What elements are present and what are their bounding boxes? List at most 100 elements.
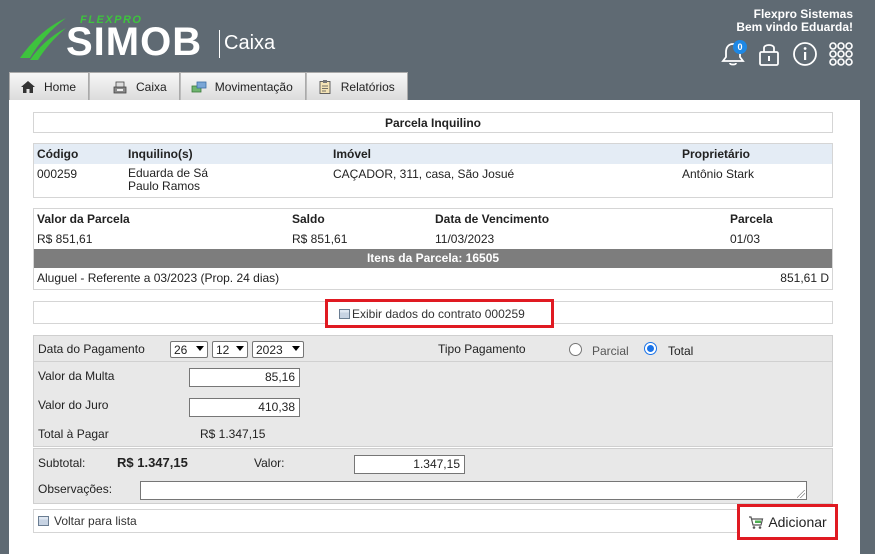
flexpro-swoosh-icon bbox=[20, 18, 66, 60]
items-header: Itens da Parcela: 16505 bbox=[34, 249, 832, 268]
owner-name: Antônio Stark bbox=[682, 167, 755, 181]
header-saldo: Saldo bbox=[289, 209, 432, 229]
apps-menu-button[interactable] bbox=[827, 40, 855, 68]
summary-section: Subtotal: R$ 1.347,15 Valor: 1.347,15 Ob… bbox=[33, 448, 833, 504]
installment-value: R$ 851,61 bbox=[37, 232, 93, 246]
logo-divider bbox=[219, 30, 220, 58]
tenant-table: Código Inquilino(s) Imóvel Proprietário … bbox=[33, 143, 833, 198]
document-icon bbox=[339, 308, 350, 319]
payment-day-select[interactable]: 26 bbox=[170, 341, 208, 358]
payment-month-select[interactable]: 12 bbox=[212, 341, 248, 358]
total-label: Total à Pagar bbox=[38, 427, 109, 441]
payment-type-label: Tipo Pagamento bbox=[438, 342, 526, 356]
notifications-button[interactable]: 0 bbox=[719, 40, 747, 68]
notification-badge: 0 bbox=[733, 40, 747, 54]
header-imovel: Imóvel bbox=[330, 144, 679, 164]
home-icon bbox=[21, 80, 35, 93]
module-name: Caixa bbox=[224, 32, 276, 54]
contract-section: Exibir dados do contrato 000259 bbox=[33, 299, 833, 328]
show-contract-link[interactable]: Exibir dados do contrato 000259 bbox=[325, 299, 554, 328]
interest-input[interactable]: 410,38 bbox=[189, 398, 300, 417]
interest-label: Valor do Juro bbox=[38, 398, 109, 412]
table-row: R$ 851,61 R$ 851,61 11/03/2023 01/03 bbox=[34, 229, 832, 249]
lock-icon bbox=[759, 44, 779, 66]
add-button-label: Adicionar bbox=[768, 514, 827, 530]
main-content: Parcela Inquilino Código Inquilino(s) Im… bbox=[9, 100, 860, 554]
payment-day-value: 26 bbox=[174, 342, 188, 357]
radio-total[interactable] bbox=[644, 342, 657, 355]
top-toolbar: 0 bbox=[719, 40, 855, 68]
tab-caixa-label: Caixa bbox=[136, 79, 167, 94]
tenant-table-header: Código Inquilino(s) Imóvel Proprietário bbox=[34, 144, 832, 164]
simob-logo[interactable]: FLEXPRO SIMOB Caixa bbox=[16, 10, 286, 62]
tab-movimentacao[interactable]: Movimentação bbox=[179, 72, 306, 100]
page-title: Parcela Inquilino bbox=[33, 112, 833, 133]
header-inquilinos: Inquilino(s) bbox=[125, 144, 330, 164]
welcome-text: Bem vindo Eduarda! bbox=[736, 20, 853, 34]
tab-relatorios-label: Relatórios bbox=[340, 79, 395, 94]
app-header: FLEXPRO SIMOB Caixa Flexpro Sistemas Bem… bbox=[0, 0, 875, 100]
footer-actions: Voltar para lista Adicionar bbox=[33, 504, 838, 540]
value-label: Valor: bbox=[254, 456, 285, 470]
installment-table-header: Valor da Parcela Saldo Data de Venciment… bbox=[34, 209, 832, 229]
payment-year-value: 2023 bbox=[256, 342, 283, 357]
header-parcela: Parcela bbox=[727, 209, 832, 229]
chevron-down-icon bbox=[292, 346, 300, 351]
fine-input[interactable]: 85,16 bbox=[189, 368, 300, 387]
chevron-down-icon bbox=[236, 346, 244, 351]
value-input[interactable]: 1.347,15 bbox=[354, 455, 465, 474]
logo-name: SIMOB bbox=[66, 20, 203, 64]
notes-textarea[interactable] bbox=[140, 481, 807, 500]
list-icon bbox=[38, 516, 49, 526]
tenant-name: Paulo Ramos bbox=[128, 179, 201, 193]
tab-home[interactable]: Home bbox=[9, 72, 90, 100]
lock-button[interactable] bbox=[755, 40, 783, 68]
payment-form: Data do Pagamento 26 12 2023 Tipo Pagame… bbox=[33, 335, 833, 447]
resize-grip-icon[interactable] bbox=[797, 490, 805, 498]
property-address: CAÇADOR, 311, casa, São Josué bbox=[333, 167, 515, 181]
apps-grid-icon bbox=[829, 42, 853, 66]
radio-partial[interactable] bbox=[569, 343, 582, 356]
header-codigo: Código bbox=[34, 144, 125, 164]
tab-relatorios[interactable]: Relatórios bbox=[305, 72, 408, 100]
user-info: Flexpro Sistemas Bem vindo Eduarda! bbox=[736, 8, 853, 34]
money-transfer-icon bbox=[191, 81, 207, 92]
total-value: R$ 1.347,15 bbox=[200, 427, 266, 441]
info-button[interactable] bbox=[791, 40, 819, 68]
radio-total-label[interactable]: Total bbox=[668, 344, 693, 358]
installment-balance: R$ 851,61 bbox=[292, 232, 348, 246]
header-proprietario: Proprietário bbox=[679, 144, 832, 164]
show-contract-label: Exibir dados do contrato 000259 bbox=[352, 306, 525, 321]
notes-label: Observações: bbox=[38, 482, 113, 496]
back-to-list-link[interactable]: Voltar para lista bbox=[38, 514, 137, 528]
header-data-vencimento: Data de Vencimento bbox=[432, 209, 727, 229]
installment-number: 01/03 bbox=[730, 232, 761, 246]
table-row: 000259 Eduarda de Sá Paulo Ramos CAÇADOR… bbox=[34, 164, 832, 193]
back-to-list-label: Voltar para lista bbox=[54, 514, 137, 528]
subtotal-value: R$ 1.347,15 bbox=[117, 455, 188, 470]
payment-date-label: Data do Pagamento bbox=[38, 342, 145, 356]
chevron-down-icon bbox=[196, 346, 204, 351]
radio-partial-label[interactable]: Parcial bbox=[592, 344, 629, 358]
installment-table: Valor da Parcela Saldo Data de Venciment… bbox=[33, 208, 833, 290]
main-nav: Home Caixa Movimentação Relatórios bbox=[9, 72, 408, 100]
fine-label: Valor da Multa bbox=[38, 369, 115, 383]
tab-movimentacao-label: Movimentação bbox=[214, 79, 293, 94]
payment-month-value: 12 bbox=[216, 342, 230, 357]
payment-date-row: Data do Pagamento 26 12 2023 Tipo Pagame… bbox=[34, 336, 832, 362]
cash-register-icon bbox=[113, 81, 127, 93]
tab-caixa[interactable]: Caixa bbox=[89, 72, 180, 100]
item-amount: 851,61 D bbox=[780, 271, 829, 285]
tenant-code: 000259 bbox=[37, 167, 78, 181]
right-gutter bbox=[860, 100, 875, 554]
add-button[interactable]: Adicionar bbox=[737, 504, 838, 540]
item-description: Aluguel - Referente a 03/2023 (Prop. 24 … bbox=[37, 271, 280, 285]
info-icon bbox=[793, 42, 817, 66]
clipboard-icon bbox=[319, 79, 331, 94]
header-valor-parcela: Valor da Parcela bbox=[34, 209, 289, 229]
installment-due-date: 11/03/2023 bbox=[435, 232, 495, 246]
payment-year-select[interactable]: 2023 bbox=[252, 341, 304, 358]
tenant-names: Eduarda de Sá Paulo Ramos bbox=[125, 164, 330, 193]
subtotal-label: Subtotal: bbox=[38, 456, 86, 470]
list-item: Aluguel - Referente a 03/2023 (Prop. 24 … bbox=[34, 268, 832, 288]
